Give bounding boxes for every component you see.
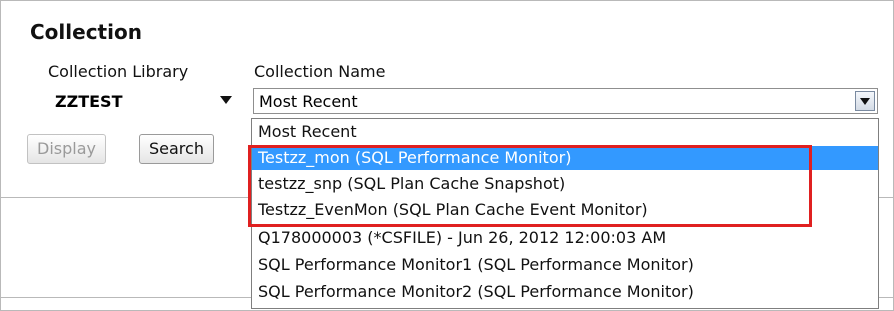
dropdown-option[interactable]: Most Recent bbox=[252, 120, 878, 144]
dropdown-option[interactable]: SQL Performance Monitor2 (SQL Performanc… bbox=[252, 280, 878, 304]
chevron-down-icon bbox=[220, 96, 232, 104]
collection-name-dropdown-list: Most Recent Testzz_mon (SQL Performance … bbox=[251, 118, 879, 309]
collection-library-value: ZZTEST bbox=[55, 92, 123, 111]
dropdown-option[interactable]: testzz_snp (SQL Plan Cache Snapshot) bbox=[252, 172, 878, 196]
collection-library-label: Collection Library bbox=[48, 62, 189, 81]
collection-name-select[interactable]: Most Recent bbox=[253, 88, 878, 114]
dropdown-option[interactable]: Q178000003 (*CSFILE) - Jun 26, 2012 12:0… bbox=[252, 226, 878, 250]
dropdown-toggle-button[interactable] bbox=[855, 91, 875, 111]
display-button[interactable]: Display bbox=[27, 134, 106, 164]
collection-name-label: Collection Name bbox=[254, 62, 386, 81]
section-title: Collection bbox=[30, 20, 142, 44]
collection-name-value: Most Recent bbox=[259, 92, 358, 111]
dropdown-option[interactable]: SQL Performance Monitor1 (SQL Performanc… bbox=[252, 253, 878, 277]
search-button[interactable]: Search bbox=[139, 134, 214, 164]
dropdown-option[interactable]: Testzz_EvenMon (SQL Plan Cache Event Mon… bbox=[252, 198, 878, 222]
chevron-down-icon bbox=[860, 98, 870, 105]
dropdown-option-selected[interactable]: Testzz_mon (SQL Performance Monitor) bbox=[252, 146, 878, 170]
collection-library-select[interactable]: ZZTEST bbox=[48, 88, 241, 114]
